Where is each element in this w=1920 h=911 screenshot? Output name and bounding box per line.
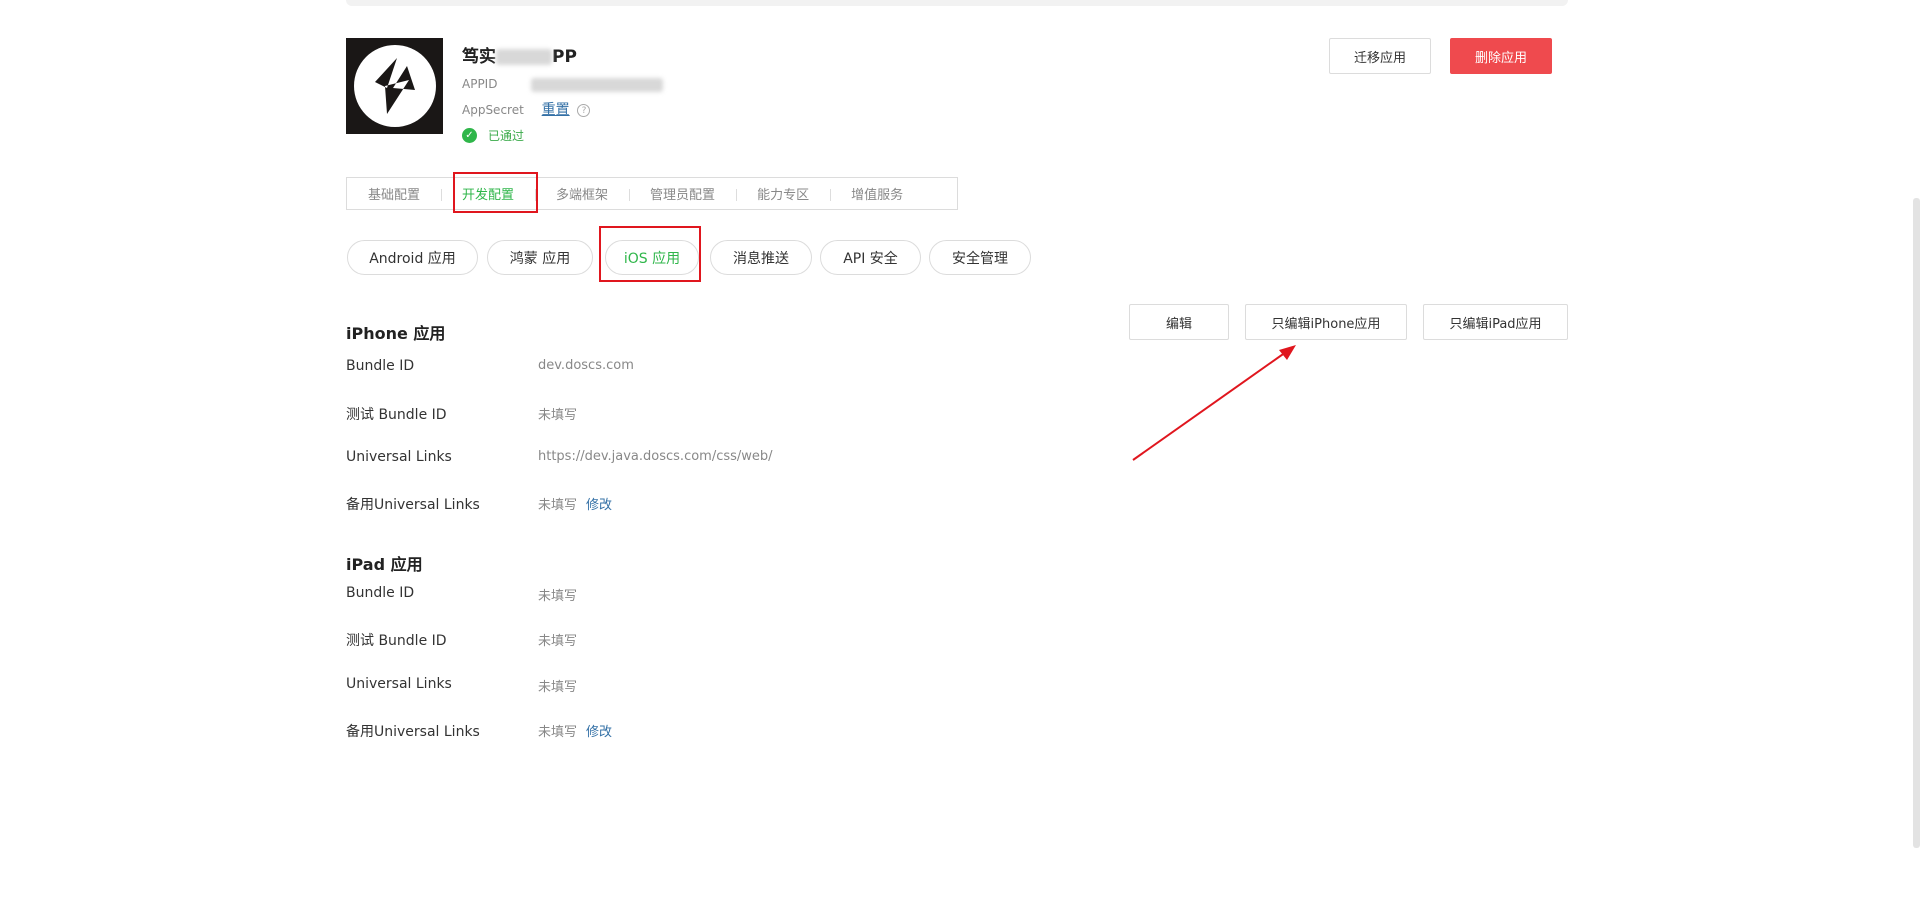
iphone-backup-links-edit-link[interactable]: 修改	[586, 498, 612, 513]
tab-value-added[interactable]: 增值服务	[830, 178, 924, 209]
help-icon[interactable]: ?	[577, 104, 591, 117]
tab-dev-config[interactable]: 开发配置	[441, 178, 535, 209]
app-name-prefix: 笃实	[462, 47, 496, 67]
iphone-backup-links-value: 未填写	[538, 498, 578, 513]
app-name: 笃实 PP	[462, 42, 577, 67]
tab-multi-framework[interactable]: 多端框架	[535, 178, 629, 209]
subtab-android[interactable]: Android 应用	[347, 240, 478, 275]
ipad-bundle-id-value: 未填写	[538, 589, 578, 604]
app-logo	[346, 38, 443, 134]
check-circle-icon: ✓	[462, 128, 477, 143]
app-logo-icon	[374, 58, 415, 114]
page-scrollbar[interactable]	[1913, 198, 1920, 848]
iphone-section-title: iPhone 应用	[346, 324, 446, 343]
status-text: 已通过	[488, 129, 525, 143]
tab-admin-config[interactable]: 管理员配置	[629, 178, 736, 209]
ipad-bundle-id-label: Bundle ID	[346, 585, 415, 601]
annotation-arrow	[1132, 345, 1296, 461]
ipad-section-title: iPad 应用	[346, 555, 423, 574]
top-panel-edge	[346, 0, 1568, 6]
subtab-push[interactable]: 消息推送	[710, 240, 812, 275]
ipad-backup-links-edit-link[interactable]: 修改	[586, 725, 612, 740]
ipad-universal-links-value: 未填写	[538, 680, 578, 695]
appid-label: APPID	[462, 77, 498, 91]
ipad-backup-links-row: 未填写 修改	[538, 721, 612, 740]
edit-iphone-only-button[interactable]: 只编辑iPhone应用	[1245, 304, 1407, 340]
subtab-harmony[interactable]: 鸿蒙 应用	[487, 240, 593, 275]
iphone-universal-links-label: Universal Links	[346, 449, 452, 465]
iphone-backup-links-label: 备用Universal Links	[346, 497, 480, 513]
ipad-backup-links-value: 未填写	[538, 725, 578, 740]
iphone-backup-links-row: 未填写 修改	[538, 494, 612, 513]
ipad-test-bundle-id-label: 测试 Bundle ID	[346, 633, 447, 649]
iphone-test-bundle-id-value: 未填写	[538, 408, 578, 423]
appid-value-redacted	[531, 77, 664, 92]
tab-basic-config[interactable]: 基础配置	[347, 178, 441, 209]
iphone-universal-links-value: https://dev.java.doscs.com/css/web/	[538, 449, 773, 464]
iphone-bundle-id-value: dev.doscs.com	[538, 358, 634, 373]
app-name-suffix: PP	[552, 47, 577, 67]
main-tabs: 基础配置 开发配置 多端框架 管理员配置 能力专区 增值服务	[346, 177, 958, 210]
edit-ipad-only-button[interactable]: 只编辑iPad应用	[1423, 304, 1568, 340]
iphone-bundle-id-label: Bundle ID	[346, 358, 415, 374]
migrate-app-button[interactable]: 迁移应用	[1329, 38, 1431, 74]
edit-button[interactable]: 编辑	[1129, 304, 1229, 340]
reset-secret-link[interactable]: 重置	[542, 102, 570, 118]
subtab-security-management[interactable]: 安全管理	[929, 240, 1031, 275]
appsecret-label: AppSecret	[462, 103, 524, 117]
app-name-redacted	[496, 49, 552, 65]
subtab-api-security[interactable]: API 安全	[820, 240, 921, 275]
review-status: ✓ 已通过	[462, 127, 524, 144]
ipad-test-bundle-id-value: 未填写	[538, 634, 578, 649]
delete-app-button[interactable]: 删除应用	[1450, 38, 1552, 74]
tab-capabilities[interactable]: 能力专区	[736, 178, 830, 209]
subtab-ios[interactable]: iOS 应用	[605, 240, 699, 275]
iphone-test-bundle-id-label: 测试 Bundle ID	[346, 407, 447, 423]
ipad-backup-links-label: 备用Universal Links	[346, 724, 480, 740]
appid-row: APPID	[462, 77, 664, 92]
ipad-universal-links-label: Universal Links	[346, 676, 452, 692]
appsecret-row: AppSecret 重置 ?	[462, 99, 591, 119]
